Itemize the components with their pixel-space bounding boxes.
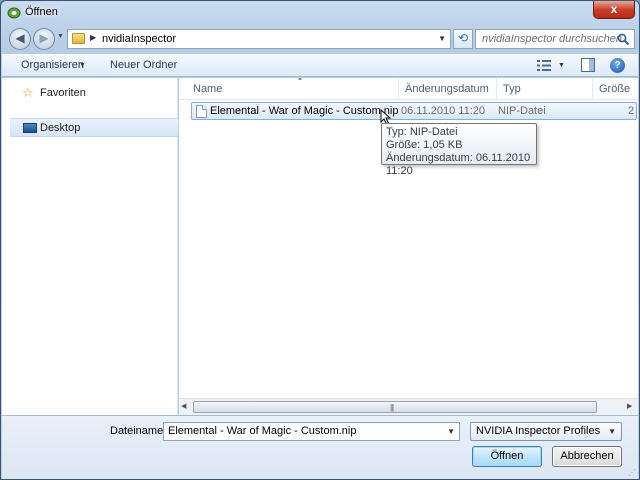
- address-bar[interactable]: ▶ nvidiaInspector ▼: [67, 29, 451, 49]
- breadcrumb-chevron-icon[interactable]: ▶: [90, 33, 96, 42]
- back-icon: ◀: [15, 31, 25, 45]
- file-info-tooltip: Typ: NIP-Datei Größe: 1,05 KB Änderungsd…: [381, 123, 537, 177]
- file-size: 2: [628, 105, 635, 117]
- file-date: 06.11.2010 11:20: [401, 105, 486, 117]
- column-header-label: Änderungsdatum: [405, 83, 489, 95]
- filename-value: Elemental - War of Magic - Custom.nip: [168, 425, 357, 437]
- breadcrumb-segment[interactable]: nvidiaInspector: [102, 33, 176, 45]
- search-placeholder: nvidiaInspector durchsuchen: [482, 33, 623, 45]
- column-header-name[interactable]: ▲ Name: [187, 78, 399, 100]
- title-bar[interactable]: Öffnen x: [1, 1, 639, 25]
- file-row[interactable]: Elemental - War of Magic - Custom.nip 06…: [191, 102, 637, 120]
- scrollbar-thumb[interactable]: |||: [193, 401, 597, 413]
- horizontal-scrollbar[interactable]: ◀ ||| ▶: [179, 398, 638, 415]
- new-folder-button[interactable]: Neuer Ordner: [110, 59, 177, 71]
- filename-label: Dateiname:: [110, 425, 167, 437]
- command-bar: Organisieren ▼ Neuer Ordner ▼ ?: [2, 54, 638, 77]
- refresh-icon: ⟲: [457, 31, 469, 45]
- forward-icon: ▶: [39, 31, 49, 45]
- window-title: Öffnen: [25, 6, 58, 18]
- grip-icon: |||: [390, 403, 394, 412]
- filter-value: NVIDIA Inspector Profiles: [476, 425, 601, 437]
- back-button[interactable]: ◀: [9, 28, 31, 50]
- column-header-size[interactable]: Größe: [593, 78, 638, 100]
- resize-grip-icon[interactable]: ⋰: [628, 468, 636, 477]
- open-button[interactable]: Öffnen: [472, 446, 542, 467]
- recent-locations-chevron-icon[interactable]: ▼: [57, 33, 64, 40]
- nav-item-label: Favoriten: [40, 87, 86, 99]
- address-dropdown-icon[interactable]: ▼: [438, 34, 446, 43]
- tooltip-size: Größe: 1,05 KB: [386, 139, 463, 151]
- column-header-label: Name: [193, 83, 223, 95]
- close-button[interactable]: x: [593, 1, 635, 19]
- organize-button[interactable]: Organisieren: [21, 59, 84, 71]
- nav-item-desktop[interactable]: Desktop: [10, 118, 178, 137]
- file-type-filter[interactable]: NVIDIA Inspector Profiles ▼: [470, 422, 622, 441]
- app-icon: [7, 7, 21, 19]
- star-icon: ☆: [22, 85, 34, 100]
- filter-dropdown-icon: ▼: [608, 427, 616, 436]
- refresh-button[interactable]: ⟲: [453, 29, 473, 49]
- preview-pane-icon[interactable]: [581, 58, 595, 72]
- search-icon[interactable]: [617, 33, 630, 46]
- file-type: NIP-Datei: [498, 105, 546, 117]
- filename-field[interactable]: Elemental - War of Magic - Custom.nip ▼: [163, 422, 460, 441]
- navigation-pane: ☆ Favoriten Desktop: [2, 78, 178, 415]
- filename-dropdown-icon[interactable]: ▼: [447, 427, 455, 436]
- tooltip-date: Änderungsdatum: 06.11.2010 11:20: [386, 152, 531, 177]
- views-chevron-down-icon[interactable]: ▼: [558, 62, 565, 69]
- views-icon[interactable]: [537, 59, 551, 72]
- organize-chevron-down-icon[interactable]: ▼: [79, 62, 86, 69]
- navigation-row: ◀ ▶ ▼ ▶ nvidiaInspector ▼ ⟲ nvidiaInspec…: [7, 27, 635, 51]
- close-icon: x: [610, 2, 618, 16]
- column-header-label: Größe: [599, 83, 631, 95]
- cancel-button[interactable]: Abbrechen: [552, 446, 622, 467]
- folder-icon: [72, 33, 85, 44]
- column-header-label: Typ: [503, 83, 521, 95]
- nav-item-label: Desktop: [40, 122, 81, 134]
- file-list: ▲ Name Änderungsdatum Typ Größe Elementa…: [179, 78, 638, 415]
- dialog-footer: Dateiname: Elemental - War of Magic - Cu…: [2, 415, 638, 479]
- column-header-date[interactable]: Änderungsdatum: [399, 78, 497, 100]
- scroll-left-icon[interactable]: ◀: [181, 402, 186, 410]
- tooltip-type: Typ: NIP-Datei: [386, 126, 458, 138]
- file-name: Elemental - War of Magic - Custom.nip: [210, 105, 399, 117]
- file-icon: [196, 105, 207, 118]
- open-dialog: Öffnen x ◀ ▶ ▼ ▶ nvidiaInspector ▼ ⟲ nvi…: [0, 0, 640, 480]
- scroll-right-icon[interactable]: ▶: [627, 402, 632, 410]
- search-input[interactable]: nvidiaInspector durchsuchen: [475, 29, 635, 49]
- sort-ascending-icon: ▲: [297, 78, 303, 82]
- column-headers: ▲ Name Änderungsdatum Typ Größe: [179, 78, 638, 100]
- column-header-type[interactable]: Typ: [497, 78, 593, 100]
- desktop-icon: [23, 123, 37, 133]
- help-icon[interactable]: ?: [610, 58, 625, 73]
- forward-button[interactable]: ▶: [33, 28, 55, 50]
